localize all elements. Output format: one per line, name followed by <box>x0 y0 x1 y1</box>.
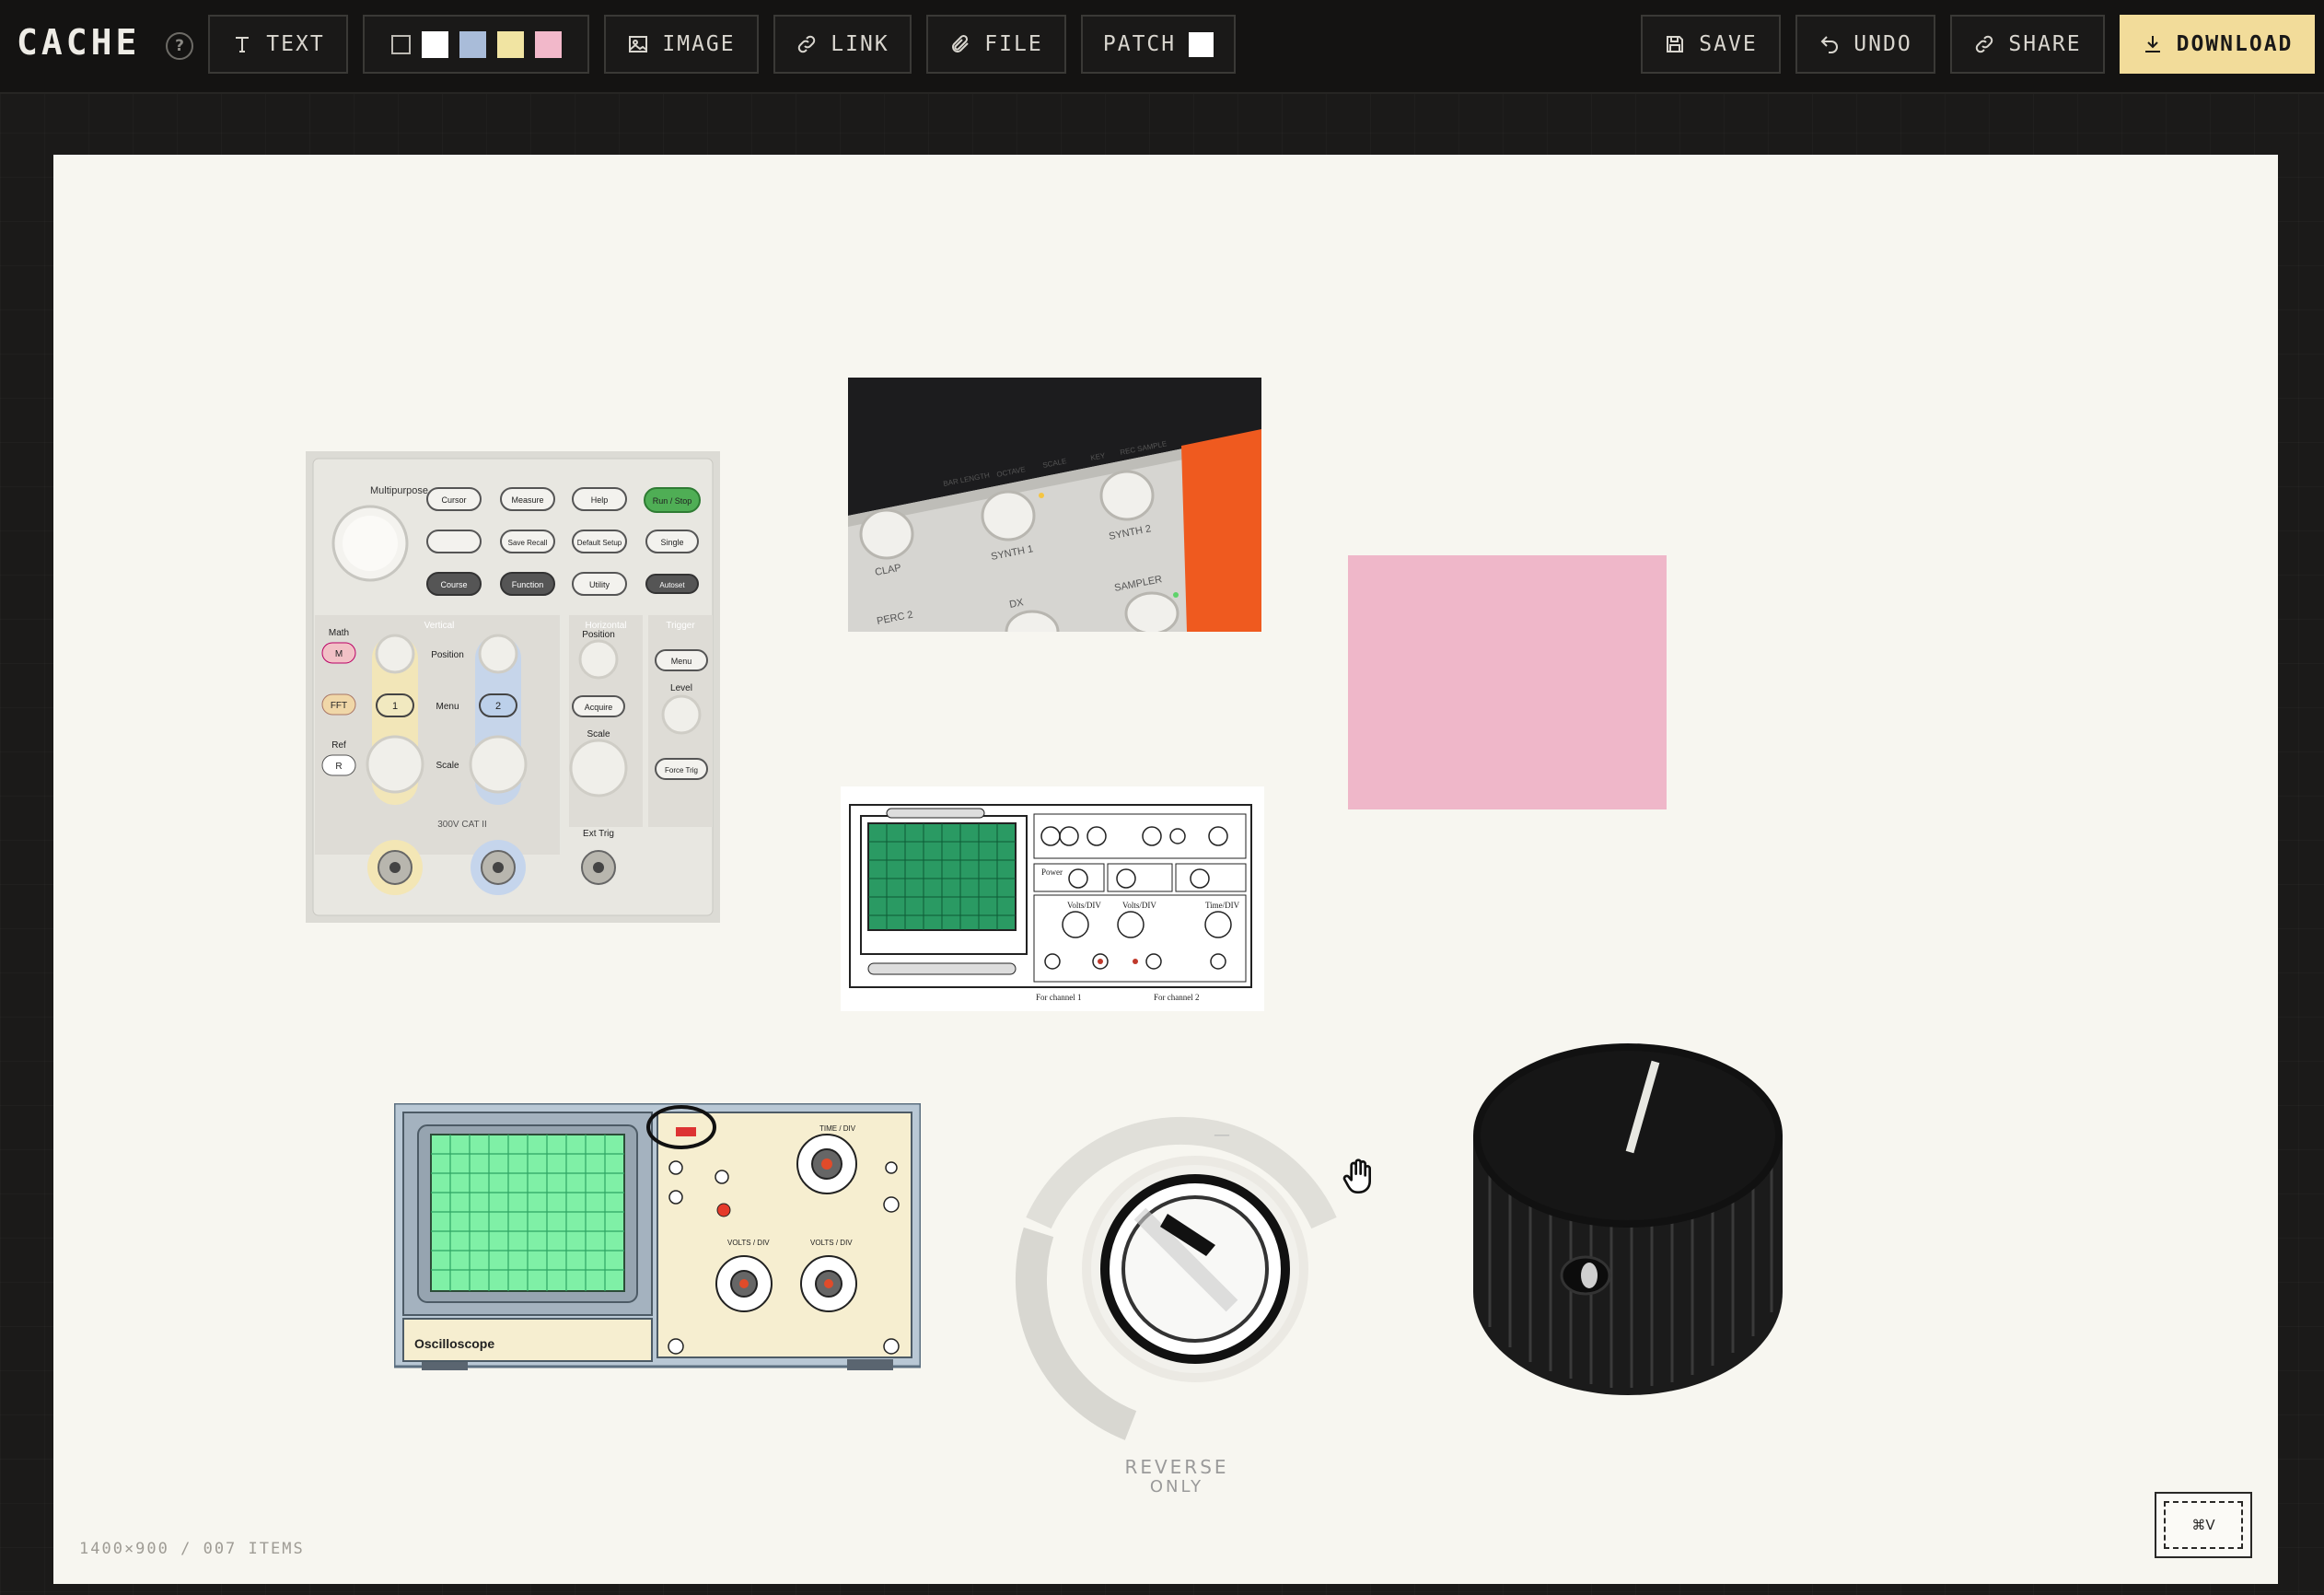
patch-tool-button[interactable]: PATCH <box>1081 15 1236 74</box>
volts-div-label-1: Volts/DIV <box>1067 901 1101 910</box>
ext-trig-label: Ext Trig <box>583 829 614 839</box>
app-logo: CACHE <box>17 22 141 63</box>
link-tool-button[interactable]: LINK <box>773 15 912 74</box>
autoset-key-label: Autoset <box>659 581 685 589</box>
black-knob-photo[interactable] <box>1462 1034 1794 1403</box>
menu-label: Menu <box>436 702 459 712</box>
fft-key-label: FFT <box>331 701 347 711</box>
help-key-label: Help <box>591 495 609 505</box>
download-button[interactable]: DOWNLOAD <box>2120 15 2315 74</box>
swatch-yellow[interactable] <box>496 30 524 58</box>
share-label: SHARE <box>2008 32 2082 56</box>
text-tool-label: TEXT <box>266 32 325 56</box>
ref-key-label: R <box>335 762 342 772</box>
undo-label: UNDO <box>1853 32 1912 56</box>
toolbar: CACHE ? TEXT IMAGE LINK FILE PATCH SAVE … <box>0 0 2324 94</box>
horizontal-scale-label: Scale <box>587 729 610 739</box>
vertical-section-label: Vertical <box>424 621 455 631</box>
digital-oscilloscope-panel[interactable]: Multipurpose Cursor Measure Help Run / S… <box>306 451 720 923</box>
swatch-blue[interactable] <box>459 30 486 58</box>
volts-div-label-2: VOLTS / DIV <box>810 1239 853 1247</box>
scale-label: Scale <box>436 761 459 771</box>
position-label: Position <box>431 650 464 660</box>
default-setup-key-label: Default Setup <box>577 539 622 547</box>
run-stop-key-label: Run / Stop <box>653 496 692 506</box>
swatch-pink[interactable] <box>534 30 562 58</box>
ref-label: Ref <box>331 740 346 751</box>
function-key-label: Function <box>512 580 544 589</box>
save-recall-key-label: Save Recall <box>508 539 548 547</box>
trigger-section-label: Trigger <box>666 621 695 631</box>
paperclip-icon <box>952 34 970 52</box>
ch2-key-label: 2 <box>495 701 501 712</box>
oscilloscope-diagram[interactable]: Power Volts/DIV Volts/DIV Time/DIV For c… <box>841 786 1264 1011</box>
file-tool-label: FILE <box>984 32 1043 56</box>
undo-button[interactable]: UNDO <box>1795 15 1935 74</box>
svg-text:—: — <box>1214 1125 1230 1145</box>
time-div-label: Time/DIV <box>1205 901 1240 910</box>
course-key-label: Course <box>440 580 467 589</box>
reverse-knob-photo[interactable]: — REVERSE ONLY <box>1002 1112 1361 1499</box>
download-icon <box>2144 36 2160 52</box>
horizontal-position-label: Position <box>582 630 615 640</box>
volts-div-label-2: Volts/DIV <box>1122 901 1156 910</box>
for-channel-2-label: For channel 2 <box>1154 993 1200 1002</box>
time-div-label: TIME / DIV <box>819 1124 856 1133</box>
save-icon <box>1667 36 1684 52</box>
acquire-key-label: Acquire <box>585 703 613 712</box>
patch-tool-label: PATCH <box>1102 32 1177 56</box>
pink-note-patch[interactable] <box>1348 555 1667 809</box>
synth-knobs-photo[interactable]: BAR LENGTH OCTAVE SCALE KEY REC SAMPLE C… <box>848 378 1261 632</box>
undo-icon <box>1820 36 1839 53</box>
trigger-menu-key-label: Menu <box>671 657 692 666</box>
paste-drop-zone[interactable]: ⌘V <box>2155 1492 2252 1558</box>
share-link-icon <box>1976 35 1993 53</box>
file-tool-button[interactable]: FILE <box>926 15 1066 74</box>
ch1-key-label: 1 <box>392 701 398 712</box>
save-button[interactable]: SAVE <box>1641 15 1781 74</box>
canvas-status: 1400×900 / 007 ITEMS <box>79 1540 305 1558</box>
swatch-none[interactable] <box>390 34 411 54</box>
single-key-label: Single <box>660 538 683 547</box>
for-channel-1-label: For channel 1 <box>1036 993 1082 1002</box>
text-tool-button[interactable]: TEXT <box>208 15 348 74</box>
link-tool-label: LINK <box>831 32 889 56</box>
paste-shortcut-label: ⌘V <box>2164 1501 2243 1549</box>
only-caption: ONLY <box>1150 1477 1203 1496</box>
patch-color-swatch <box>1189 31 1214 57</box>
text-icon <box>236 37 250 52</box>
canvas-board[interactable]: Multipurpose Cursor Measure Help Run / S… <box>53 155 2278 1584</box>
download-label: DOWNLOAD <box>2176 32 2294 56</box>
image-tool-label: IMAGE <box>662 32 736 56</box>
multipurpose-label: Multipurpose <box>370 485 428 496</box>
save-label: SAVE <box>1699 32 1758 56</box>
image-tool-button[interactable]: IMAGE <box>604 15 759 74</box>
swatch-white[interactable] <box>421 30 448 58</box>
math-key-label: M <box>335 649 343 659</box>
reverse-caption: REVERSE <box>1124 1456 1228 1478</box>
oscilloscope-brand-label: Oscilloscope <box>414 1336 494 1351</box>
cursor-key-label: Cursor <box>441 495 466 505</box>
volts-div-label-1: VOLTS / DIV <box>727 1239 770 1247</box>
level-label: Level <box>670 683 692 693</box>
link-icon <box>798 35 816 53</box>
analog-oscilloscope-illustration[interactable]: Oscilloscope TIME / DIV VOLTS / DIV VOLT… <box>392 1101 923 1372</box>
power-label: Power <box>1041 867 1063 877</box>
help-icon[interactable]: ? <box>166 32 193 60</box>
share-button[interactable]: SHARE <box>1950 15 2105 74</box>
grab-hand-cursor-icon <box>1341 1157 1377 1201</box>
math-label: Math <box>329 628 349 638</box>
force-trig-key-label: Force Trig <box>665 766 698 774</box>
note-color-picker[interactable] <box>363 15 589 74</box>
image-icon <box>629 36 648 52</box>
measure-key-label: Measure <box>511 495 543 505</box>
cat-rating-label: 300V CAT II <box>437 820 487 830</box>
utility-key-label: Utility <box>589 580 610 589</box>
